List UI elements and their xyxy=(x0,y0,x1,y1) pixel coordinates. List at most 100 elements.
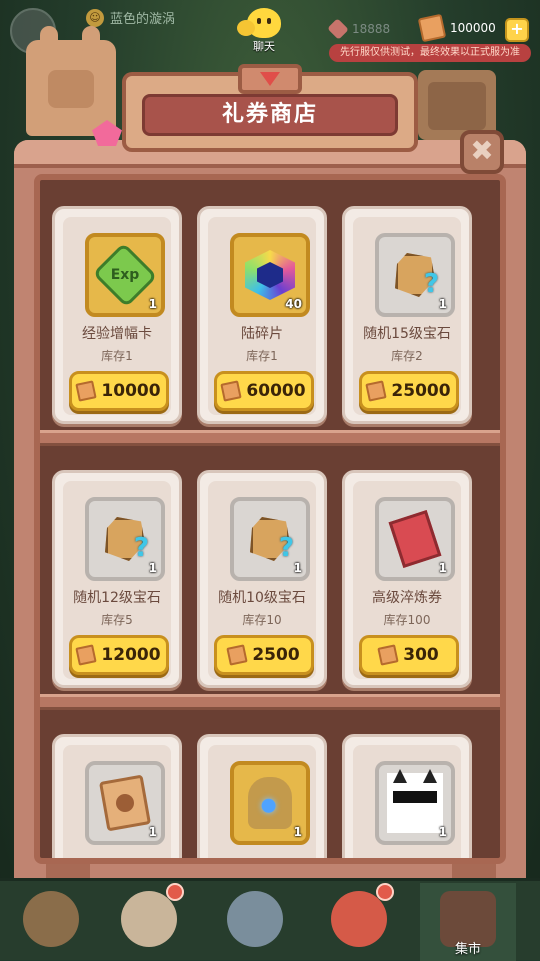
item-count: 1 xyxy=(148,561,157,575)
nav-character-4[interactable] xyxy=(314,883,404,961)
item-name: 随机12级宝石 xyxy=(73,590,161,606)
shop-item[interactable]: 1 xyxy=(342,734,472,858)
question-mark-icon: ? xyxy=(278,533,294,563)
item-count: 1 xyxy=(438,297,447,311)
item-icon-frame: 40 xyxy=(230,233,310,317)
buy-button[interactable]: 10000 xyxy=(69,371,169,411)
buy-button[interactable]: 60000 xyxy=(214,371,314,411)
item-icon-frame: ? 1 xyxy=(85,497,165,581)
shelf-divider xyxy=(40,694,500,710)
nav-character-2[interactable] xyxy=(104,883,194,961)
statue-ear xyxy=(82,26,100,58)
coupon-icon xyxy=(75,380,98,402)
market-label: 集市 xyxy=(454,942,481,957)
player-name: 蓝色的漩涡 xyxy=(110,12,176,27)
item-count: 1 xyxy=(293,825,302,839)
statue-ear xyxy=(40,26,58,58)
item-stock: 库存10 xyxy=(242,613,282,627)
item-stock: 库存1 xyxy=(246,349,278,363)
shop-item[interactable]: ? 1 随机15级宝石 库存2 25000 xyxy=(342,206,472,424)
shop-item-panel: ? 1 随机12级宝石 库存5 12000 xyxy=(63,481,171,679)
shop-item[interactable]: 1 高级淬炼券 库存100 300 xyxy=(342,470,472,688)
close-button[interactable]: ✖ xyxy=(460,130,504,174)
buy-button[interactable]: 12000 xyxy=(69,635,169,675)
paw-print-icon xyxy=(116,794,134,812)
title-gem-ornament xyxy=(238,64,302,94)
shop-item[interactable]: 40 陆碎片 库存1 60000 xyxy=(197,206,327,424)
coupon-icon xyxy=(226,644,249,666)
sunglasses-icon xyxy=(393,790,437,803)
buy-button[interactable]: 300 xyxy=(359,635,459,675)
coupon-icon xyxy=(377,644,399,666)
shop-title: 礼券商店 xyxy=(142,94,398,136)
item-icon-frame: ? 1 xyxy=(375,233,455,317)
character-portrait-icon xyxy=(331,891,387,947)
coupon-icon xyxy=(365,380,388,402)
item-count: 40 xyxy=(285,297,302,311)
character-portrait-icon xyxy=(227,891,283,947)
test-server-notice: 先行服仅供测试，最终效果以正式服为准 xyxy=(329,44,531,62)
coupon-icon xyxy=(75,644,98,666)
coupon-icon xyxy=(220,380,243,402)
nav-market[interactable]: 集市 xyxy=(420,883,516,961)
item-name: 经验增幅卡 xyxy=(82,326,152,342)
item-price: 25000 xyxy=(391,381,451,401)
red-gem-icon xyxy=(260,72,280,86)
item-count: 1 xyxy=(148,825,157,839)
item-name: 随机15级宝石 xyxy=(363,326,451,342)
chat-icon xyxy=(237,8,281,38)
statue-face xyxy=(48,70,94,108)
item-price: 300 xyxy=(403,645,439,665)
chat-icon-eye xyxy=(257,18,261,24)
shop-item-panel: 1 xyxy=(353,745,461,858)
item-icon-frame: 1 xyxy=(375,761,455,845)
shop-item-panel: ? 1 随机10级宝石 库存10 2500 xyxy=(208,481,316,679)
coupon-icon xyxy=(417,13,447,43)
exp-card-text: Exp xyxy=(110,267,140,283)
add-coupon-button[interactable]: + xyxy=(505,18,529,42)
shop-item[interactable]: 1 xyxy=(197,734,327,858)
character-portrait-icon xyxy=(23,891,79,947)
shop-item[interactable]: 1 xyxy=(52,734,182,858)
shop-cabinet: Exp 1 经验增幅卡 库存1 10000 40 陆碎片 库存1 60000 ?… xyxy=(14,140,526,886)
statue-face xyxy=(428,82,486,130)
coupon-value: 100000 xyxy=(450,21,496,35)
alert-badge-icon xyxy=(166,883,184,901)
character-portrait-icon xyxy=(121,891,177,947)
buy-button[interactable]: 25000 xyxy=(359,371,459,411)
question-mark-icon: ? xyxy=(133,533,149,563)
item-icon-frame: Exp 1 xyxy=(85,233,165,317)
bottom-nav: 集市 xyxy=(0,878,540,961)
shop-item-panel: 1 xyxy=(63,745,171,858)
bunny-statue-decoration xyxy=(26,26,116,136)
rank-badge-icon: ☺ xyxy=(86,8,104,27)
chat-label: 聊天 xyxy=(253,40,275,53)
player-name-row: ☺ 蓝色的漩涡 xyxy=(86,8,175,27)
buy-button[interactable]: 2500 xyxy=(214,635,314,675)
item-icon-frame: 1 xyxy=(375,497,455,581)
item-count: 1 xyxy=(438,561,447,575)
item-grid[interactable]: Exp 1 经验增幅卡 库存1 10000 40 陆碎片 库存1 60000 ?… xyxy=(34,174,506,864)
item-price: 10000 xyxy=(101,381,161,401)
shelf-divider xyxy=(40,430,500,446)
shop-item-panel: ? 1 随机15级宝石 库存2 25000 xyxy=(353,217,461,415)
chat-button[interactable]: 聊天 xyxy=(236,8,292,60)
item-name: 高级淬炼券 xyxy=(372,590,442,606)
shop-item-panel: 40 陆碎片 库存1 60000 xyxy=(208,217,316,415)
shop-item-panel: 1 高级淬炼券 库存100 300 xyxy=(353,481,461,679)
nav-character-1[interactable] xyxy=(6,883,96,961)
shop-item[interactable]: Exp 1 经验增幅卡 库存1 10000 xyxy=(52,206,182,424)
gem-counter: 18888 xyxy=(327,18,390,40)
item-icon-frame: ? 1 xyxy=(230,497,310,581)
shop-item[interactable]: ? 1 随机10级宝石 库存10 2500 xyxy=(197,470,327,688)
nav-character-3[interactable] xyxy=(210,883,300,961)
item-price: 60000 xyxy=(246,381,306,401)
gem-icon xyxy=(327,18,349,40)
item-price: 2500 xyxy=(252,645,300,665)
coupon-counter: 100000 xyxy=(417,13,496,43)
item-icon-frame: 1 xyxy=(85,761,165,845)
shop-item[interactable]: ? 1 随机12级宝石 库存5 12000 xyxy=(52,470,182,688)
alert-badge-icon xyxy=(376,883,394,901)
item-stock: 库存1 xyxy=(101,349,133,363)
chat-icon-eye xyxy=(267,18,271,24)
